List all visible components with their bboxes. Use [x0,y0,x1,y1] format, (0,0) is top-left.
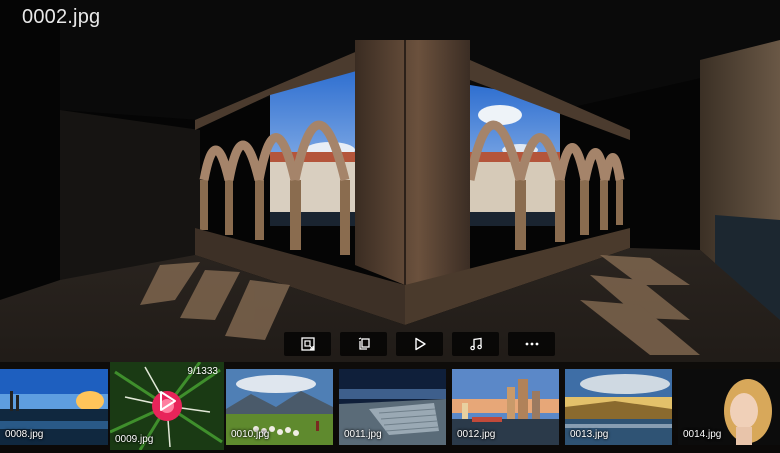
image-counter: 9/1333 [187,366,218,377]
image-toolbar [284,332,555,356]
slideshow-button[interactable] [396,332,443,356]
image-filename: 0002.jpg [22,6,101,28]
play-icon [414,337,426,351]
thumbnail-0008[interactable]: 0008.jpg [0,369,108,445]
thumbnail-0014[interactable]: 0014.jpg [678,369,780,445]
thumbnail-label: 0009.jpg [115,434,154,445]
thumbnail-filmstrip: 0008.jpg 9/1333 0009.jpg 0010.jpg 0011.j… [0,362,780,453]
copy-icon [358,337,370,350]
thumbnail-0011[interactable]: 0011.jpg [339,369,446,445]
thumbnail-0010[interactable]: 0010.jpg [226,369,333,445]
thumbnail-0009[interactable]: 9/1333 0009.jpg [110,362,224,450]
thumbnail-label: 0012.jpg [457,429,496,440]
music-button[interactable] [452,332,499,356]
thumbnail-label: 0014.jpg [683,429,722,440]
music-note-icon [469,337,482,351]
more-options-button[interactable] [508,332,555,356]
thumbnail-label: 0010.jpg [231,429,270,440]
more-dots-icon [525,342,538,346]
copy-button[interactable] [340,332,387,356]
thumbnail-label: 0008.jpg [5,429,44,440]
thumbnail-label: 0013.jpg [570,429,609,440]
image-rotate-icon [300,337,315,351]
thumbnail-0013[interactable]: 0013.jpg [565,369,672,445]
rotate-image-button[interactable] [284,332,331,356]
thumbnail-0012[interactable]: 0012.jpg [452,369,559,445]
play-icon[interactable] [156,390,178,412]
thumbnail-label: 0011.jpg [344,429,382,440]
